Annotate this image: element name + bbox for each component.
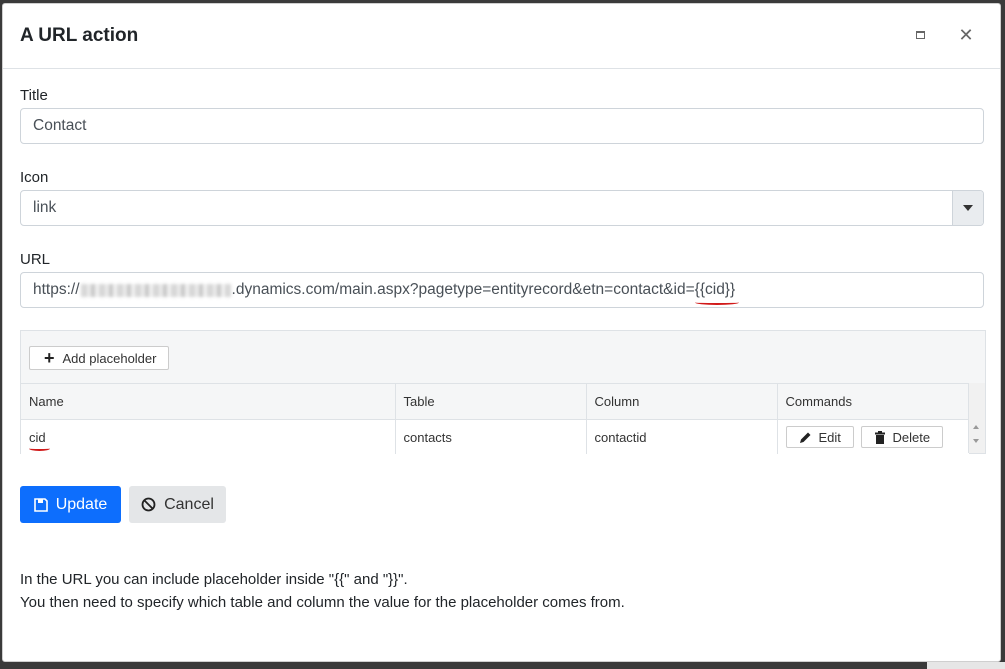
placeholders-grid: + Add placeholder Name Table Column Comm… bbox=[20, 330, 986, 454]
delete-label: Delete bbox=[892, 429, 931, 445]
placeholders-table: Name Table Column Commands cid contacts … bbox=[21, 384, 970, 454]
url-input[interactable]: https:// .dynamics.com/main.aspx?pagetyp… bbox=[20, 272, 984, 308]
row-column: contactid bbox=[586, 419, 778, 454]
cancel-icon bbox=[141, 497, 156, 512]
url-label: URL bbox=[20, 251, 51, 268]
table-row[interactable]: cid contacts contactid Edit Delete bbox=[21, 419, 970, 454]
url-action-dialog: A URL action ✕ Title Contact Icon link U… bbox=[2, 3, 1001, 662]
dialog-title: A URL action bbox=[20, 25, 139, 46]
close-icon: ✕ bbox=[958, 25, 974, 45]
url-middle: .dynamics.com/main.aspx?pagetype=entityr… bbox=[231, 281, 695, 298]
plus-icon: + bbox=[44, 348, 55, 368]
redacted-host bbox=[80, 283, 231, 297]
column-header-column[interactable]: Column bbox=[586, 384, 778, 420]
help-text: In the URL you can include placeholder i… bbox=[20, 568, 625, 614]
grid-scrollbar[interactable] bbox=[968, 383, 985, 453]
backdrop bbox=[0, 662, 1005, 669]
update-button[interactable]: Update bbox=[20, 486, 121, 523]
edit-label: Edit bbox=[818, 429, 841, 445]
url-placeholder-token: {{cid}} bbox=[694, 281, 739, 305]
row-name: cid bbox=[29, 429, 46, 445]
title-label: Title bbox=[20, 87, 48, 104]
scroll-down-icon[interactable] bbox=[973, 439, 979, 443]
column-header-table[interactable]: Table bbox=[395, 384, 587, 420]
maximize-icon bbox=[915, 31, 925, 39]
help-line-1: In the URL you can include placeholder i… bbox=[20, 571, 408, 588]
icon-select[interactable]: link bbox=[20, 190, 984, 226]
icon-select-value: link bbox=[33, 199, 57, 216]
edit-button[interactable]: Edit bbox=[785, 426, 854, 448]
column-header-commands: Commands bbox=[777, 384, 970, 420]
title-input-value: Contact bbox=[33, 117, 87, 134]
add-placeholder-label: Add placeholder bbox=[62, 350, 157, 366]
cancel-button[interactable]: Cancel bbox=[129, 486, 226, 523]
scroll-up-icon[interactable] bbox=[973, 425, 979, 429]
icon-label: Icon bbox=[20, 169, 49, 186]
trash-icon bbox=[874, 430, 885, 444]
row-name-cell: cid bbox=[21, 419, 396, 454]
help-line-2: You then need to specify which table and… bbox=[20, 594, 625, 611]
chevron-down-icon bbox=[963, 205, 973, 211]
cancel-label: Cancel bbox=[164, 495, 214, 513]
close-button[interactable]: ✕ bbox=[955, 24, 977, 46]
table-header-row: Name Table Column Commands bbox=[21, 384, 970, 420]
backdrop-window bbox=[927, 662, 1005, 669]
update-label: Update bbox=[55, 495, 108, 513]
dialog-header: A URL action ✕ bbox=[3, 4, 1000, 69]
row-table: contacts bbox=[395, 419, 587, 454]
row-commands: Edit Delete bbox=[777, 419, 970, 454]
delete-button[interactable]: Delete bbox=[860, 426, 944, 448]
save-icon bbox=[33, 497, 48, 512]
pencil-icon bbox=[799, 432, 810, 443]
title-input[interactable]: Contact bbox=[20, 108, 984, 144]
add-placeholder-button[interactable]: + Add placeholder bbox=[29, 346, 170, 370]
maximize-button[interactable] bbox=[909, 24, 931, 46]
url-prefix: https:// bbox=[33, 281, 80, 298]
grid-toolbar: + Add placeholder bbox=[21, 331, 985, 384]
select-arrow[interactable] bbox=[952, 191, 983, 225]
column-header-name[interactable]: Name bbox=[21, 384, 396, 420]
